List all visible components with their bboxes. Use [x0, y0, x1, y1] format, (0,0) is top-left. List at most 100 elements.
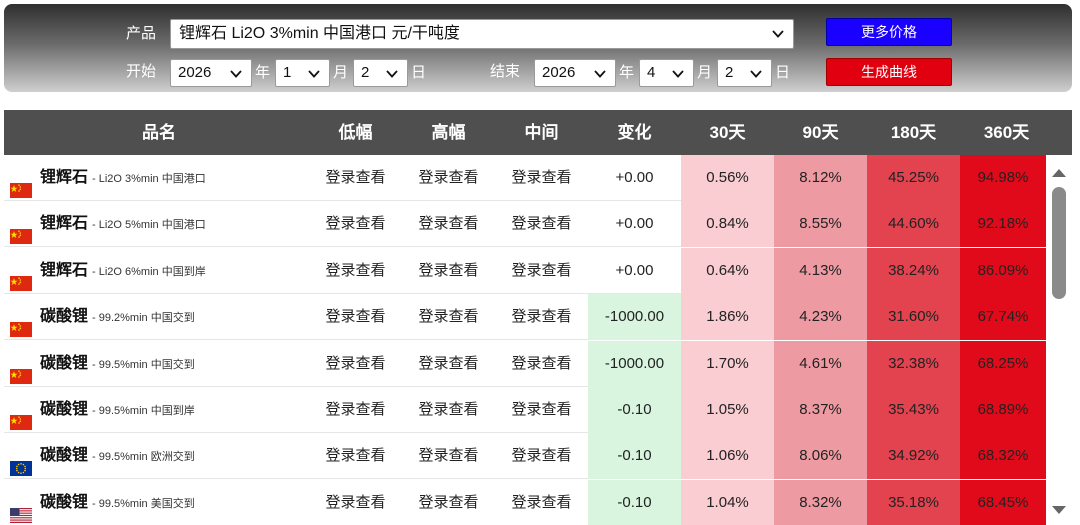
scroll-down-icon[interactable]: [1051, 502, 1067, 514]
header-high[interactable]: 高幅: [402, 110, 495, 155]
table-row[interactable]: 锂辉石 - Li2O 5%min 中国港口 登录查看 登录查看 登录查看 +0.00 0.8…: [4, 201, 1046, 248]
table-row[interactable]: 碳酸锂 - 99.2%min 中国交到 登录查看 登录查看 登录查看 -1000.00 1.…: [4, 294, 1046, 341]
mid-cell[interactable]: 登录查看: [495, 433, 588, 479]
table-row[interactable]: 碳酸锂 - 99.5%min 欧洲交到 登录查看 登录查看 登录查看 -0.10 1.06%…: [4, 433, 1046, 480]
table-scrollbar[interactable]: [1046, 155, 1072, 525]
product-name-cell[interactable]: 锂辉石 - Li2O 6%min 中国到岸: [4, 248, 304, 294]
d30-cell: 1.05%: [681, 387, 774, 433]
mid-cell[interactable]: 登录查看: [495, 248, 588, 294]
change-cell: +0.00: [615, 261, 654, 279]
d360-cell: 68.89%: [960, 387, 1046, 433]
more-prices-button[interactable]: 更多价格: [826, 18, 952, 46]
d360-cell: 68.25%: [960, 340, 1046, 387]
high-cell[interactable]: 登录查看: [402, 433, 495, 479]
low-cell[interactable]: 登录查看: [309, 248, 402, 294]
d30-cell: 1.06%: [681, 433, 774, 480]
china-flag-icon: [10, 403, 32, 430]
header-low[interactable]: 低幅: [309, 110, 402, 155]
product-select-value: 锂辉石 Li2O 3%min 中国港口 元/干吨度: [179, 25, 460, 42]
mid-cell[interactable]: 登录查看: [495, 480, 588, 525]
d30-cell: 0.56%: [681, 155, 774, 201]
product-select[interactable]: 锂辉石 Li2O 3%min 中国港口 元/干吨度: [170, 19, 794, 49]
table-row[interactable]: 锂辉石 - Li2O 6%min 中国到岸 登录查看 登录查看 登录查看 +0.00 0.6…: [4, 247, 1046, 294]
product-name-cell[interactable]: 锂辉石 - Li2O 5%min 中国港口: [4, 201, 304, 247]
start-day-unit: 日: [411, 64, 427, 81]
product-name: 锂辉石: [40, 215, 89, 233]
high-cell[interactable]: 登录查看: [402, 480, 495, 525]
start-month-select[interactable]: 1: [275, 59, 330, 87]
low-cell[interactable]: 登录查看: [309, 387, 402, 433]
high-cell[interactable]: 登录查看: [402, 341, 495, 387]
header-30d[interactable]: 30天: [681, 110, 774, 155]
low-cell[interactable]: 登录查看: [309, 155, 402, 201]
header-mid[interactable]: 中间: [495, 110, 588, 155]
mid-cell[interactable]: 登录查看: [495, 201, 588, 247]
table-row[interactable]: 锂辉石 - Li2O 3%min 中国港口 登录查看 登录查看 登录查看 +0.00 0.5…: [4, 155, 1046, 201]
d90-cell: 4.23%: [774, 294, 867, 341]
end-year-select[interactable]: 2026: [534, 59, 616, 87]
high-cell[interactable]: 登录查看: [402, 387, 495, 433]
chevron-down-icon: [671, 67, 685, 81]
d360-cell: 86.09%: [960, 247, 1046, 294]
product-name: 碳酸锂: [40, 493, 89, 511]
start-day-select[interactable]: 2: [353, 59, 408, 87]
d180-cell: 44.60%: [867, 201, 960, 248]
product-spec: - Li2O 6%min 中国到岸: [92, 265, 206, 278]
scrollbar-thumb[interactable]: [1052, 187, 1066, 299]
header-change[interactable]: 变化: [588, 110, 681, 155]
low-cell[interactable]: 登录查看: [309, 433, 402, 479]
d30-cell: 0.64%: [681, 247, 774, 294]
d180-cell: 35.18%: [867, 479, 960, 525]
product-name: 锂辉石: [40, 261, 89, 279]
eu-flag-icon: [10, 449, 32, 477]
mid-cell[interactable]: 登录查看: [495, 341, 588, 387]
d90-cell: 8.12%: [774, 155, 867, 201]
start-month-unit: 月: [333, 64, 349, 81]
high-cell[interactable]: 登录查看: [402, 248, 495, 294]
china-flag-icon: [10, 357, 32, 384]
table-row[interactable]: 碳酸锂 - 99.5%min 美国交到 登录查看 登录查看 登录查看 -0.10 1.04%…: [4, 479, 1046, 525]
china-flag-icon: [10, 217, 32, 245]
table-row[interactable]: 碳酸锂 - 99.5%min 中国到岸 登录查看 登录查看 登录查看 -0.10 1.05%…: [4, 387, 1046, 433]
scroll-up-icon[interactable]: [1051, 165, 1067, 177]
high-cell[interactable]: 登录查看: [402, 201, 495, 247]
product-name: 碳酸锂: [40, 354, 89, 372]
d360-cell: 67.74%: [960, 294, 1046, 341]
low-cell[interactable]: 登录查看: [309, 201, 402, 247]
mid-cell[interactable]: 登录查看: [495, 155, 588, 201]
product-name-cell[interactable]: 锂辉石 - Li2O 3%min 中国港口: [4, 155, 304, 201]
chevron-down-icon: [771, 27, 785, 41]
price-table-header: 品名 低幅 高幅 中间 变化 30天 90天 180天 360天: [4, 110, 1072, 155]
product-name-cell[interactable]: 碳酸锂 - 99.2%min 中国交到: [4, 294, 304, 340]
product-name-cell[interactable]: 碳酸锂 - 99.5%min 美国交到: [4, 480, 304, 525]
mid-cell[interactable]: 登录查看: [495, 387, 588, 433]
product-name-cell[interactable]: 碳酸锂 - 99.5%min 欧洲交到: [4, 433, 304, 479]
product-spec: - Li2O 5%min 中国港口: [92, 219, 206, 232]
low-cell[interactable]: 登录查看: [309, 294, 402, 340]
product-name-cell[interactable]: 碳酸锂 - 99.5%min 中国交到: [4, 341, 304, 387]
high-cell[interactable]: 登录查看: [402, 294, 495, 340]
start-year-unit: 年: [255, 64, 271, 81]
d360-cell: 94.98%: [960, 155, 1046, 201]
header-90d[interactable]: 90天: [774, 110, 867, 155]
low-cell[interactable]: 登录查看: [309, 480, 402, 525]
table-row[interactable]: 碳酸锂 - 99.5%min 中国交到 登录查看 登录查看 登录查看 -1000.00 1.…: [4, 340, 1046, 387]
low-cell[interactable]: 登录查看: [309, 341, 402, 387]
high-cell[interactable]: 登录查看: [402, 155, 495, 201]
chevron-down-icon: [229, 67, 243, 81]
product-name: 碳酸锂: [40, 308, 89, 326]
d90-cell: 8.55%: [774, 201, 867, 248]
chevron-down-icon: [749, 67, 763, 81]
end-month-select[interactable]: 4: [639, 59, 694, 87]
generate-curve-button[interactable]: 生成曲线: [826, 58, 952, 86]
header-360d[interactable]: 360天: [960, 110, 1053, 155]
product-name-cell[interactable]: 碳酸锂 - 99.5%min 中国到岸: [4, 387, 304, 433]
start-year-select[interactable]: 2026: [170, 59, 252, 87]
header-name[interactable]: 品名: [4, 110, 314, 155]
mid-cell[interactable]: 登录查看: [495, 294, 588, 340]
header-180d[interactable]: 180天: [867, 110, 960, 155]
end-day-select[interactable]: 2: [717, 59, 772, 87]
product-spec: - 99.5%min 中国交到: [92, 358, 195, 371]
d90-cell: 4.61%: [774, 340, 867, 387]
end-day-unit: 日: [775, 64, 791, 81]
